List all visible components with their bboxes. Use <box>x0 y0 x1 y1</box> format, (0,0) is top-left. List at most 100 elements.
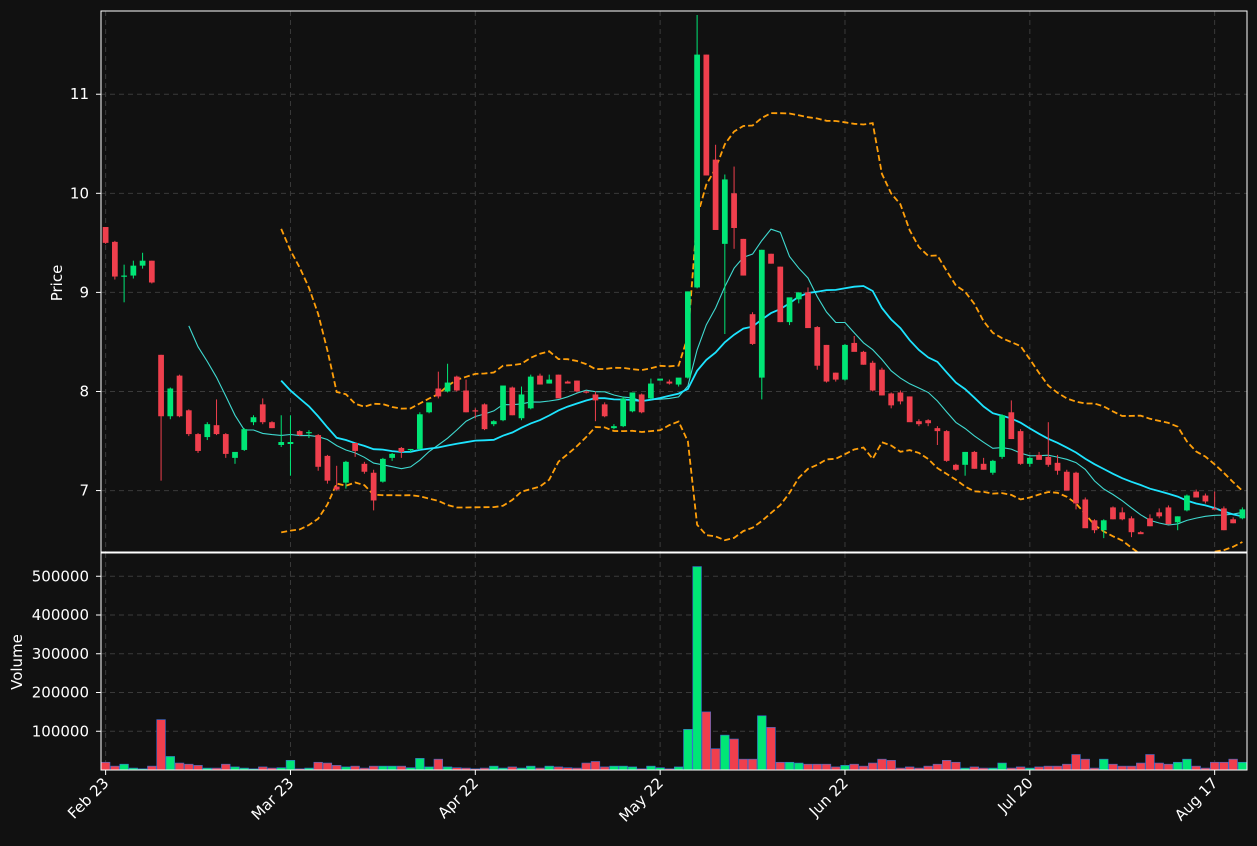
candle-body <box>398 447 405 452</box>
volume-bar <box>184 763 194 771</box>
volume-bar <box>1173 761 1183 771</box>
volume-bar <box>590 761 601 771</box>
volume-bar <box>1191 765 1201 771</box>
candle-body <box>416 414 423 449</box>
candle-body <box>758 249 765 378</box>
candle-body <box>657 378 664 381</box>
volume-bar <box>581 762 591 771</box>
volume-bar <box>165 756 175 771</box>
candle-body <box>620 398 627 427</box>
volume-bar <box>156 719 166 771</box>
candle-body <box>269 422 275 429</box>
candle-body <box>888 393 895 406</box>
candle-body <box>777 266 784 323</box>
volume-bar <box>313 761 323 771</box>
candle-body <box>527 376 534 409</box>
volume-bar <box>378 765 388 771</box>
candle-body <box>1239 509 1246 519</box>
volume-bar <box>221 763 231 771</box>
candle-body <box>916 421 922 425</box>
volume-bar <box>868 762 878 771</box>
volume-bar <box>692 566 702 771</box>
volume-bar <box>147 765 157 771</box>
volume-bar <box>1043 765 1053 771</box>
volume-bar <box>415 758 425 771</box>
candle-body <box>352 443 359 451</box>
volume-bar <box>174 762 185 771</box>
candle-body <box>500 385 506 421</box>
candle-body <box>1100 520 1107 531</box>
chart-root: Price Volume 7 8 9 10 11 100000 200000 300000 40… <box>0 0 1257 842</box>
volume-bar <box>1117 765 1127 771</box>
volume-bar <box>618 765 628 771</box>
candle-body <box>121 275 127 277</box>
candle-body <box>213 425 220 435</box>
volume-bar <box>1052 765 1063 771</box>
volume-tick-label: 200000 <box>32 684 89 702</box>
volume-tick-label: 500000 <box>32 567 89 585</box>
volume-bar <box>1071 754 1081 771</box>
candle-body <box>1184 495 1190 511</box>
volume-bar <box>766 727 776 771</box>
candle-body <box>278 442 285 445</box>
candle-body <box>537 375 543 385</box>
candle-body <box>139 260 146 266</box>
volume-bar <box>646 765 656 771</box>
candle-body <box>333 486 340 490</box>
candle-body <box>1230 519 1237 524</box>
volume-bar <box>1145 754 1155 771</box>
candlestick-chart: Price Volume 7 8 9 10 11 100000 200000 300000 40… <box>0 0 1257 842</box>
volume-bar <box>1126 765 1137 771</box>
volume-bar <box>1228 758 1238 771</box>
price-axis-label: Price <box>48 265 66 302</box>
candle-body <box>564 381 571 384</box>
candle-body <box>648 383 654 399</box>
volume-bar <box>701 711 711 771</box>
volume-bar <box>396 765 407 771</box>
candle-body <box>879 369 885 396</box>
candle-body <box>306 432 312 434</box>
candle-body <box>1017 431 1024 464</box>
candle-body <box>546 379 553 384</box>
volume-bar <box>923 765 933 771</box>
candle-body <box>195 434 201 451</box>
candle-body <box>1165 507 1172 525</box>
candle-body <box>629 392 636 412</box>
candle-body <box>860 351 867 365</box>
candle-body <box>814 327 821 366</box>
candle-body <box>1128 518 1135 533</box>
candle-body <box>1054 462 1061 471</box>
volume-bar <box>729 738 739 771</box>
candle-body <box>1091 520 1098 531</box>
volume-bar <box>757 715 767 771</box>
volume-bar <box>285 760 296 771</box>
candle-body <box>148 260 155 283</box>
candle-body <box>370 472 377 501</box>
volume-bar <box>526 765 536 771</box>
candle-body <box>731 193 737 228</box>
volume-bar <box>997 762 1007 771</box>
candle-body <box>1026 457 1033 464</box>
candle-body <box>1202 495 1209 502</box>
candle-body <box>222 434 229 454</box>
price-tick-label: 7 <box>79 482 89 500</box>
candle-body <box>684 291 691 378</box>
volume-bar <box>1080 758 1090 771</box>
volume-bar <box>683 729 693 771</box>
candle-body <box>583 391 590 393</box>
volume-bar <box>489 765 499 771</box>
candle-body <box>768 253 774 264</box>
volume-bar <box>784 761 795 771</box>
candle-body <box>703 54 710 176</box>
volume-bar <box>858 765 869 771</box>
candle-body <box>934 428 941 432</box>
candle-body <box>592 394 599 401</box>
volume-bar <box>1163 763 1174 771</box>
candle-body <box>1063 471 1070 491</box>
candle-body <box>601 404 608 417</box>
volume-bar <box>794 762 804 771</box>
candle-body <box>1073 472 1079 504</box>
candle-body <box>509 387 516 416</box>
candle-body <box>1119 512 1126 520</box>
candle-body <box>1156 512 1163 517</box>
